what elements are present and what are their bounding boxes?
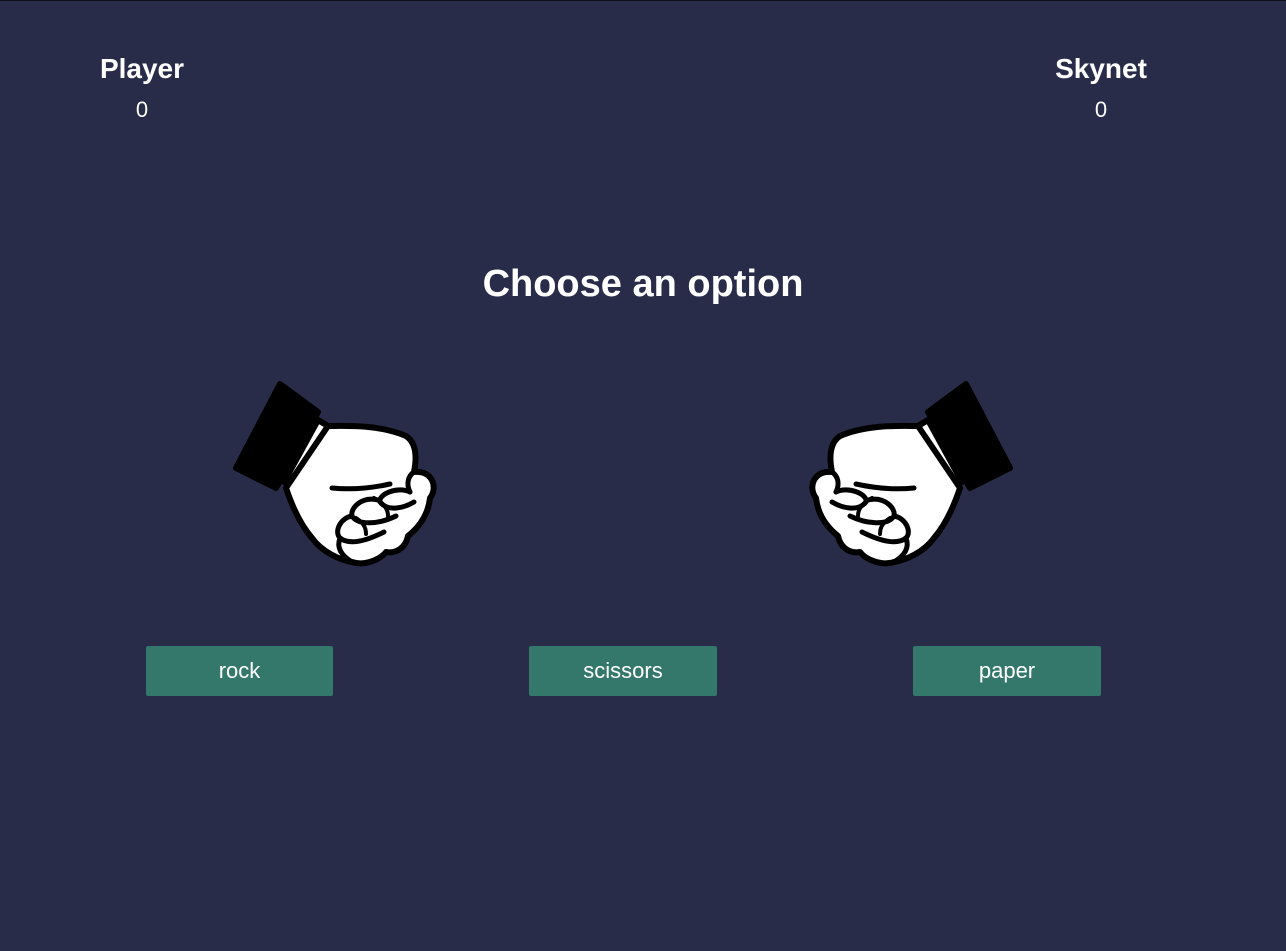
player-fist-icon [233,381,437,567]
cpu-score-panel: Skynet 0 [1011,51,1191,123]
choose-option-heading: Choose an option [482,263,804,305]
cpu-name: Skynet [1055,53,1147,84]
player-score-panel: Player 0 [52,51,232,123]
player-score: 0 [135,97,149,122]
rock-button[interactable]: rock [146,646,333,696]
scissors-button[interactable]: scissors [529,646,717,696]
paper-button[interactable]: paper [913,646,1101,696]
cpu-score: 0 [1094,97,1108,122]
player-name: Player [99,53,185,84]
cpu-fist-icon [809,381,1013,567]
